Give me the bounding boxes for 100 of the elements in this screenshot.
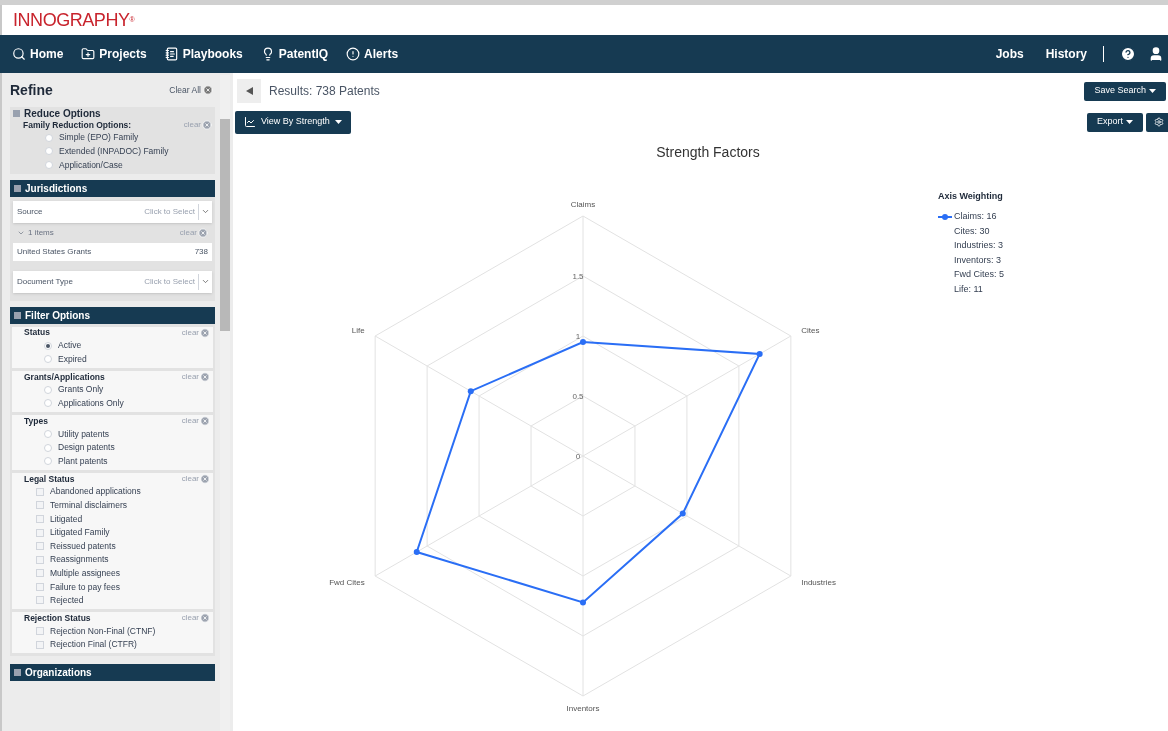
group-title: Grants/Applications — [24, 370, 105, 384]
checkbox[interactable] — [36, 582, 44, 591]
caret-icon — [1126, 120, 1133, 124]
checkbox[interactable] — [36, 627, 44, 636]
caret-icon — [1149, 89, 1156, 93]
user-icon[interactable] — [1148, 46, 1164, 62]
chart-icon — [244, 116, 256, 128]
option-label: Applications Only — [58, 397, 124, 410]
items-toggle[interactable]: 1 items — [17, 226, 54, 239]
alert-icon — [346, 47, 361, 61]
option-label: Litigated — [50, 512, 83, 526]
axis-label: Cites — [801, 326, 820, 335]
checkbox[interactable] — [36, 640, 44, 649]
clear-icon — [202, 120, 212, 130]
settings-icon — [1154, 117, 1164, 127]
checkbox[interactable] — [36, 569, 44, 578]
select-field[interactable]: Source Click to Select — [13, 200, 212, 223]
help-icon[interactable] — [1120, 46, 1136, 62]
radio-button[interactable] — [45, 147, 53, 156]
section-header[interactable]: Filter Options — [10, 306, 215, 324]
tick-label: 0.5 — [572, 392, 584, 401]
nav-link[interactable]: PatentIQ — [260, 45, 329, 63]
radio-button[interactable] — [44, 341, 52, 350]
checkbox[interactable] — [36, 501, 44, 510]
nav-link[interactable]: History — [1045, 45, 1087, 63]
section-header[interactable]: Organizations — [10, 664, 215, 682]
logo[interactable]: INNOGRAPHY$^{®}$ — [13, 6, 135, 34]
tick-label: 0 — [575, 452, 581, 461]
option-label: Abandoned applications — [50, 485, 141, 499]
scrollbar-thumb[interactable] — [220, 119, 230, 331]
radio-button[interactable] — [44, 457, 52, 466]
radio-button[interactable] — [44, 429, 52, 438]
checkbox[interactable] — [36, 596, 44, 605]
checkbox[interactable] — [36, 514, 44, 523]
tick-label: 1 — [575, 332, 581, 341]
checkbox[interactable] — [36, 487, 44, 496]
option-label: Simple (EPO) Family — [59, 131, 139, 145]
legend-item[interactable]: Inventors: 3 — [954, 253, 1002, 268]
radio-button[interactable] — [44, 443, 52, 452]
option-label: Plant patents — [58, 454, 108, 468]
checkbox[interactable] — [36, 528, 44, 537]
nav-link[interactable]: Projects — [81, 45, 147, 63]
option-label: Grants Only — [58, 383, 104, 397]
section-title: Filter Options — [25, 308, 90, 323]
clear-all-link[interactable]: Clear All — [169, 83, 213, 97]
group-title: Family Reduction Options: — [23, 119, 132, 132]
option-label: Application/Case — [59, 158, 123, 172]
collapse-icon — [14, 669, 21, 677]
nav-link[interactable]: Jobs — [995, 45, 1024, 63]
axis-label: Industries — [801, 578, 836, 587]
legend-item[interactable]: Life: 11 — [954, 283, 983, 297]
section-header[interactable]: Jurisdictions — [10, 179, 215, 197]
option-label: Multiple assignees — [50, 566, 120, 580]
legend-item[interactable]: Cites: 30 — [954, 224, 990, 239]
group-title: Rejection Status — [24, 611, 91, 625]
tick-label: 1.5 — [572, 272, 584, 281]
settings-button[interactable] — [1146, 112, 1168, 132]
folder-icon — [81, 47, 96, 61]
export-button[interactable]: Export — [1087, 112, 1143, 132]
nav-link[interactable]: Playbooks — [164, 45, 243, 63]
caret-icon — [334, 120, 342, 124]
option-label: Reissued patents — [50, 539, 116, 553]
radio-button[interactable] — [45, 133, 53, 142]
jurisdiction-row[interactable]: United States Grants 738 — [13, 242, 212, 261]
legend-item[interactable]: Industries: 3 — [954, 239, 1004, 253]
option-label: Active — [58, 339, 82, 352]
select-field[interactable]: Document Type Click to Select — [13, 270, 212, 293]
save-search-button[interactable]: Save Search — [1084, 81, 1166, 101]
axis-label: Fwd Cites — [329, 578, 365, 587]
collapse-sidebar-button[interactable] — [237, 79, 261, 103]
option-label: Extended (INPADOC) Family — [59, 145, 169, 158]
checkbox[interactable] — [36, 542, 44, 551]
section-title: Jurisdictions — [25, 181, 88, 196]
option-label: Terminal disclaimers — [50, 498, 127, 512]
option-label: Design patents — [58, 441, 115, 454]
axis-label: Life — [351, 326, 365, 335]
legend-item[interactable]: Fwd Cites: 5 — [954, 268, 1004, 282]
option-label: Rejected — [50, 594, 84, 607]
axis-label: Inventors — [566, 704, 600, 713]
checkbox[interactable] — [36, 555, 44, 564]
nav-link[interactable]: Alerts — [346, 45, 399, 63]
sidebar-title: Refine — [10, 80, 53, 100]
section-title: Organizations — [25, 666, 92, 681]
chart-title: Strength Factors — [656, 144, 760, 160]
axis-label: Claims — [570, 200, 596, 209]
nav-link[interactable]: Home — [12, 45, 64, 63]
radio-button[interactable] — [44, 355, 52, 364]
group-title: Status — [24, 326, 50, 340]
option-label: Failure to pay fees — [50, 580, 120, 594]
option-label: Litigated Family — [50, 526, 110, 539]
collapse-icon — [14, 184, 21, 192]
view-by-strength-button[interactable]: View By Strength — [235, 110, 351, 134]
radio-button[interactable] — [44, 385, 52, 394]
legend-title: Axis Weighting — [938, 190, 1004, 203]
legend-item[interactable]: Claims: 16 — [954, 210, 997, 224]
triangle-left-icon — [245, 87, 253, 95]
option-label: Expired — [58, 352, 87, 366]
radio-button[interactable] — [44, 399, 52, 408]
collapse-icon — [14, 311, 21, 319]
radio-button[interactable] — [45, 161, 53, 169]
